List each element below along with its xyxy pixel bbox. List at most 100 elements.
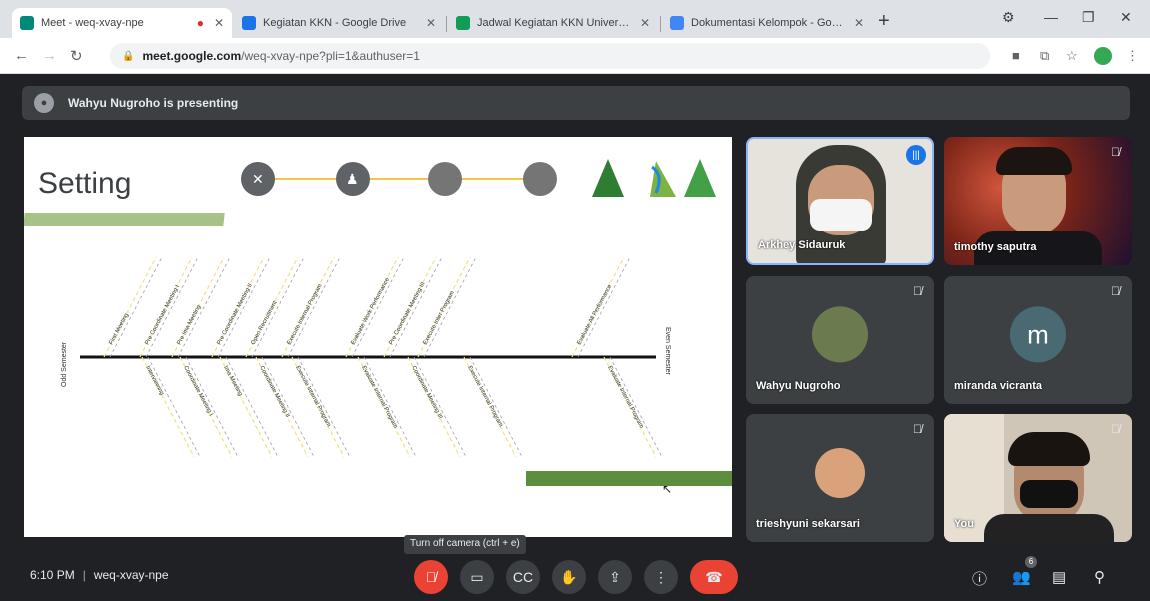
bottom-bone-label-7: Execute Internal Program [466, 365, 503, 428]
address-bar-row: ← → ↻ 🔒 meet.google.com /weq-xvay-npe?pl… [0, 38, 1150, 74]
sheets-favicon-icon [456, 16, 470, 30]
top-bone-guide-9 [577, 256, 631, 358]
participant-hair [996, 147, 1072, 175]
timeline-step-3-icon [428, 162, 462, 196]
participant-hair [1008, 432, 1090, 466]
bottom-bone-label-3: Coordinate Meeting II [258, 365, 290, 419]
camera-toggle-button[interactable]: ▭ [460, 560, 494, 594]
present-now-button[interactable]: ⇪ [598, 560, 632, 594]
url-path: /weq-xvay-npe?pli=1&authuser=1 [241, 49, 420, 63]
top-bone-guide-8 [423, 256, 477, 358]
bottom-bones: Interviewing Coordinate Meeting I Ima Meet… [141, 356, 663, 458]
top-bone-label-7: Pre Coordinate Meeting III [388, 281, 426, 346]
tab-separator [660, 16, 661, 32]
top-bone-label-1: Pre Coordinate Meeting I [144, 284, 181, 346]
participant-tile-trieshyuni[interactable]: 🎙̸ trieshyuni sekarsari [746, 414, 934, 542]
top-bone-guide-5 [287, 256, 341, 358]
activities-icon[interactable]: ⚲ [1094, 568, 1105, 586]
participant-tile-self[interactable]: 🎙̸ You [944, 414, 1132, 542]
browser-menu-icon[interactable]: ⋮ [1126, 48, 1139, 64]
close-tab-icon[interactable]: ✕ [640, 16, 650, 30]
participant-name: trieshyuni sekarsari [756, 518, 860, 530]
close-tab-icon[interactable]: ✕ [426, 16, 436, 30]
forward-icon[interactable]: → [42, 47, 57, 64]
chat-icon[interactable]: ▤ [1052, 568, 1066, 586]
speaking-indicator-icon: ||| [906, 145, 926, 165]
participant-name: You [954, 518, 974, 530]
face-mask [1020, 480, 1078, 508]
mic-muted-icon: 🎙̸ [1111, 284, 1120, 298]
tab-title: Meet - weq-xvay-npe [41, 17, 144, 29]
participant-tile-miranda[interactable]: m 🎙̸ miranda vicranta [944, 276, 1132, 404]
bottom-bone-label-4: Execute Internal Program [294, 365, 331, 428]
docs-favicon-icon [670, 16, 684, 30]
meet-favicon-icon [20, 16, 34, 30]
bottom-bone-guide-5 [363, 356, 417, 458]
meeting-controls-bar: 6:10 PM | weq-xvay-npe 🎙̸ ▭ CC ✋ ⇪ ⋮ ☎ ⓘ 👥… [0, 550, 1150, 601]
tab-title: Jadwal Kegiatan KKN Universitas - Goo [477, 17, 634, 29]
participant-avatar [812, 306, 868, 363]
bookmark-star-icon[interactable]: ☆ [1066, 48, 1078, 64]
tab-meet[interactable]: Meet - weq-xvay-npe ● ✕ [12, 8, 232, 38]
meeting-info: 6:10 PM | weq-xvay-npe [30, 568, 169, 582]
mic-muted-icon: 🎙̸ [1111, 145, 1120, 159]
participants-icon[interactable]: 👥 [1012, 568, 1031, 586]
top-bone-label-4: Open Recruitment [250, 300, 278, 346]
top-bone-guide-3 [217, 256, 271, 358]
mic-toggle-button[interactable]: 🎙̸ [414, 560, 448, 594]
meet-window: Meet - weq-xvay-npe ● ✕ Kegiatan KKN - G… [0, 0, 1150, 601]
meeting-details-icon[interactable]: ⓘ [972, 568, 987, 589]
new-tab-button[interactable]: + [878, 11, 890, 31]
leave-call-button[interactable]: ☎ [690, 560, 738, 594]
bottom-bone-guide-6 [413, 356, 467, 458]
mic-muted-icon: 🎙̸ [1111, 422, 1120, 436]
mouse-cursor-icon: ↖ [662, 482, 673, 496]
bottom-bone-label-1: Coordinate Meeting I [182, 365, 214, 417]
close-tab-icon[interactable]: ✕ [854, 16, 864, 30]
odd-semester-label: Odd Semester [61, 341, 68, 387]
people-icon: ✕ [252, 172, 264, 188]
extension-icon[interactable]: ⚙ [1002, 9, 1015, 26]
close-window-icon[interactable]: ✕ [1120, 9, 1132, 26]
top-bone-label-2: Pre Ima Meeting [176, 304, 202, 346]
even-semester-label: Even Semester [664, 327, 671, 376]
bottom-bone-guide-2 [225, 356, 279, 458]
address-bar[interactable]: 🔒 meet.google.com /weq-xvay-npe?pli=1&au… [110, 43, 990, 69]
participant-initial-avatar: m [1010, 306, 1066, 363]
meeting-code: weq-xvay-npe [93, 568, 169, 582]
back-icon[interactable]: ← [14, 47, 29, 64]
clock-time: 6:10 PM [30, 568, 75, 582]
reload-icon[interactable]: ↻ [70, 47, 83, 65]
participant-shirt [984, 514, 1114, 542]
cast-icon[interactable]: ⧉ [1040, 48, 1049, 64]
captions-button[interactable]: CC [506, 560, 540, 594]
restore-icon[interactable]: ❐ [1082, 9, 1095, 26]
top-bone-label-8: Execute Inter Program [422, 290, 455, 346]
top-bone-guide-1 [145, 256, 199, 358]
participant-name: Arkhey Sidauruk [758, 239, 846, 251]
tab-title: Dokumentasi Kelompok - Google [691, 17, 848, 29]
minimize-icon[interactable]: — [1044, 9, 1058, 25]
top-bone-guide-0 [109, 256, 163, 358]
raise-hand-button[interactable]: ✋ [552, 560, 586, 594]
university-logo-2-icon [650, 161, 676, 197]
presentation-slide: Setting ✕ ♟ First Meeting Pre Coordinate … [24, 137, 732, 537]
top-bone-label-9: Evaluate All Performance [576, 283, 613, 346]
participant-tile-timothy[interactable]: 🎙̸ timothy saputra [944, 137, 1132, 265]
participant-tile-arkhey[interactable]: ||| Arkhey Sidauruk [746, 137, 934, 265]
bottom-bone-guide-8 [609, 356, 663, 458]
url-domain: meet.google.com [142, 49, 242, 63]
tab-sheets[interactable]: Jadwal Kegiatan KKN Universitas - Goo ✕ [448, 8, 658, 38]
top-bones: First Meeting Pre Coordinate Meeting IPre… [103, 256, 631, 358]
participant-tile-wahyu[interactable]: 🎙̸ Wahyu Nugroho [746, 276, 934, 404]
participant-count-badge: 6 [1025, 556, 1037, 568]
top-bone-guide-4 [251, 256, 305, 358]
camera-indicator-icon[interactable]: ■ [1012, 48, 1020, 63]
participant-avatar [815, 448, 865, 498]
more-options-button[interactable]: ⋮ [644, 560, 678, 594]
tab-docs[interactable]: Dokumentasi Kelompok - Google ✕ [662, 8, 872, 38]
tab-drive[interactable]: Kegiatan KKN - Google Drive ✕ [234, 8, 444, 38]
recording-indicator-icon: ● [196, 16, 204, 30]
close-tab-icon[interactable]: ✕ [214, 16, 224, 30]
profile-avatar[interactable] [1094, 47, 1112, 65]
